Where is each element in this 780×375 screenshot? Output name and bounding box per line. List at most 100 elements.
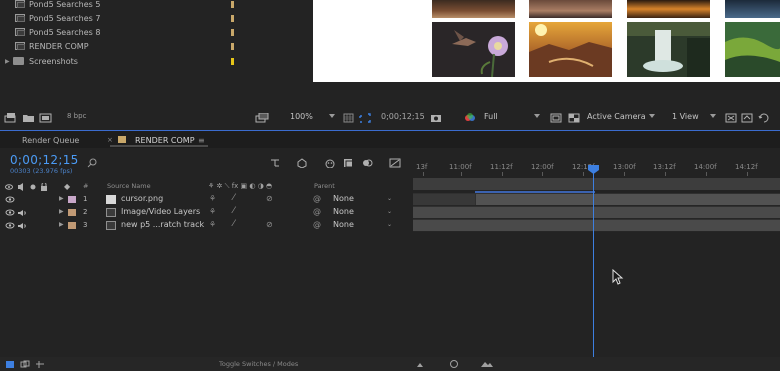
quality-switch-icon[interactable]: ⁄: [233, 219, 235, 229]
transparency-grid-icon[interactable]: [568, 113, 580, 123]
always-preview-icon[interactable]: [255, 113, 269, 123]
project-item[interactable]: Pond5 Searches 8: [0, 25, 313, 39]
thumbnail-image[interactable]: [432, 0, 515, 18]
disclosure-triangle-icon[interactable]: ▶: [59, 208, 64, 215]
quality-switch-icon[interactable]: ⁄: [233, 206, 235, 216]
visibility-eye-icon[interactable]: [5, 196, 15, 203]
label-swatch[interactable]: [231, 28, 234, 36]
transfer-controls-icon[interactable]: [20, 360, 30, 369]
chevron-down-icon[interactable]: [329, 114, 335, 118]
layer-name[interactable]: cursor.png: [121, 194, 163, 203]
zoom-in-mountain-icon[interactable]: [480, 360, 494, 368]
show-channel-icon[interactable]: [464, 113, 476, 123]
project-item[interactable]: Pond5 Searches 5: [0, 0, 313, 11]
current-time-indicator[interactable]: [593, 171, 594, 357]
always-preview-icon[interactable]: [4, 113, 18, 123]
label-swatch[interactable]: [231, 0, 234, 8]
grid-icon[interactable]: [343, 113, 355, 123]
current-time-display[interactable]: 0;00;12;15: [10, 153, 79, 167]
parent-select[interactable]: None: [333, 194, 354, 203]
composition-icon[interactable]: [39, 113, 53, 123]
motion-blur-icon[interactable]: [362, 158, 374, 168]
toggle-switches-modes-button[interactable]: Toggle Switches / Modes: [219, 360, 298, 368]
audio-speaker-icon[interactable]: [17, 209, 27, 217]
label-swatch[interactable]: [231, 14, 234, 22]
work-area-bar[interactable]: [413, 178, 780, 190]
camera-select[interactable]: Active Camera: [587, 112, 646, 121]
shy-switch-icon[interactable]: ⚘: [209, 220, 216, 229]
thumbnail-image[interactable]: [627, 0, 710, 18]
shy-switch-icon[interactable]: ⚘: [209, 194, 216, 203]
layer-label-color[interactable]: [68, 196, 76, 203]
chevron-down-icon[interactable]: [710, 114, 716, 118]
quality-switch-icon[interactable]: ⁄: [233, 193, 235, 203]
fast-previews-icon[interactable]: [741, 113, 753, 123]
motion-blur-switch-icon[interactable]: ⊘: [266, 194, 273, 203]
layer-switches-toggle-icon[interactable]: [5, 360, 15, 369]
parent-pickwhip-icon[interactable]: @: [313, 194, 321, 203]
thumbnail-image[interactable]: [725, 22, 780, 77]
zoom-slider-handle-icon[interactable]: [449, 359, 459, 369]
parent-pickwhip-icon[interactable]: @: [313, 207, 321, 216]
region-of-interest-icon[interactable]: [359, 113, 371, 123]
audio-speaker-icon[interactable]: [17, 222, 27, 230]
camera-snapshot-icon[interactable]: [430, 113, 442, 123]
layer-duration-bar[interactable]: [413, 220, 780, 231]
draft-3d-icon[interactable]: [296, 158, 308, 168]
parent-select[interactable]: None: [333, 220, 354, 229]
chevron-down-icon[interactable]: ⌄: [387, 195, 392, 202]
shy-switch-icon[interactable]: ⚘: [209, 207, 216, 216]
chevron-down-icon[interactable]: [649, 114, 655, 118]
column-header-source-name[interactable]: Source Name: [107, 182, 151, 190]
thumbnail-image[interactable]: [529, 22, 612, 77]
toggle-pixel-aspect-icon[interactable]: [725, 113, 737, 123]
resolution-select[interactable]: Full: [484, 112, 498, 121]
project-item[interactable]: Pond5 Searches 7: [0, 11, 313, 25]
layer-row[interactable]: ▶ 3 new p5 ...ratch track ⚘ ⁄ ⊘ @ None ⌄: [0, 219, 413, 232]
tab-render-queue[interactable]: Render Queue: [22, 136, 79, 145]
project-item[interactable]: RENDER COMP: [0, 39, 313, 53]
chevron-down-icon[interactable]: ⌄: [387, 208, 392, 215]
thumbnail-image[interactable]: [432, 22, 515, 77]
layer-row[interactable]: ▶ 2 Image/Video Layers ⚘ ⁄ @ None ⌄: [0, 206, 413, 219]
layer-duration-bar[interactable]: [413, 207, 780, 218]
search-icon[interactable]: [87, 158, 101, 168]
project-folder[interactable]: ▶ Screenshots: [0, 54, 313, 68]
target-region-icon[interactable]: [550, 113, 562, 123]
parent-select[interactable]: None: [333, 207, 354, 216]
column-header-parent[interactable]: Parent: [314, 182, 335, 190]
visibility-eye-icon[interactable]: [5, 209, 15, 216]
reset-exposure-icon[interactable]: [758, 113, 772, 123]
view-layout-select[interactable]: 1 View: [672, 112, 699, 121]
layer-duration-bar[interactable]: [476, 194, 780, 205]
chevron-down-icon[interactable]: ⌄: [387, 221, 392, 228]
layer-track[interactable]: [413, 219, 780, 232]
layer-label-color[interactable]: [68, 222, 76, 229]
layer-name[interactable]: Image/Video Layers: [121, 207, 200, 216]
graph-editor-icon[interactable]: [389, 158, 401, 168]
layer-name[interactable]: new p5 ...ratch track: [121, 220, 204, 229]
label-swatch[interactable]: [231, 42, 234, 50]
disclosure-triangle-icon[interactable]: ▶: [59, 221, 64, 228]
layer-track[interactable]: [413, 206, 780, 219]
tab-render-comp[interactable]: RENDER COMP: [135, 136, 195, 145]
visibility-eye-icon[interactable]: [5, 222, 15, 229]
disclosure-triangle-icon[interactable]: ▶: [59, 195, 64, 202]
folder-icon[interactable]: [22, 113, 36, 123]
close-icon[interactable]: ×: [107, 136, 113, 144]
thumbnail-image[interactable]: [725, 0, 780, 18]
chevron-down-icon[interactable]: [534, 114, 540, 118]
zoom-select[interactable]: 100%: [290, 112, 313, 121]
parent-pickwhip-icon[interactable]: @: [313, 220, 321, 229]
bit-depth-label[interactable]: 8 bpc: [67, 112, 86, 120]
disclosure-triangle-icon[interactable]: ▶: [5, 58, 10, 65]
thumbnail-image[interactable]: [627, 22, 710, 77]
thumbnail-image[interactable]: [529, 0, 612, 18]
zoom-out-mountain-icon[interactable]: [416, 360, 426, 368]
panel-menu-icon[interactable]: ≡: [198, 136, 205, 145]
viewer-timecode[interactable]: 0;00;12;15: [381, 112, 425, 121]
layer-label-color[interactable]: [68, 209, 76, 216]
label-swatch[interactable]: [231, 57, 234, 65]
frame-blending-icon[interactable]: [343, 158, 355, 168]
layer-track[interactable]: [413, 191, 780, 206]
